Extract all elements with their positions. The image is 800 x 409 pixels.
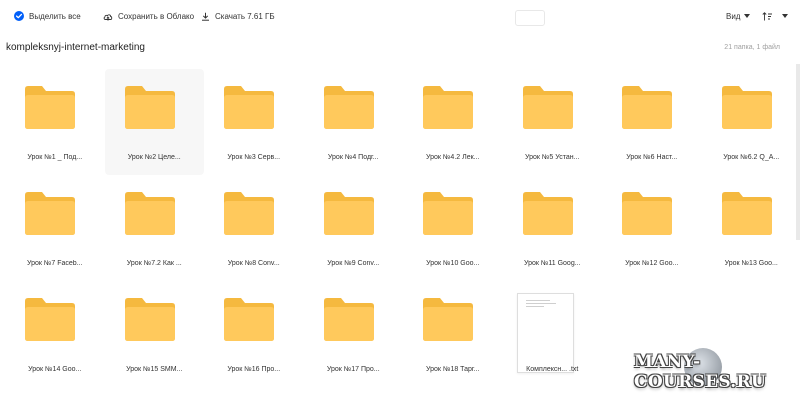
file-item[interactable]: Комплексн... .txt — [503, 281, 603, 387]
folder-title: kompleksnyj-internet-marketing — [6, 42, 145, 53]
toolbar: Выделить все Сохранить в Облако Скачать … — [0, 0, 800, 32]
folder-item[interactable]: Урок №13 Goo... — [702, 175, 800, 281]
folder-item[interactable]: Урок №1 _ Под... — [5, 69, 105, 175]
chevron-down-icon — [782, 14, 788, 18]
item-name: Урок №7 Faceb... — [26, 260, 83, 267]
download-icon — [202, 12, 209, 21]
folder-icon — [124, 298, 175, 341]
folder-item[interactable]: Урок №9 Conv... — [304, 175, 404, 281]
item-name: Урок №4 Подг... — [327, 154, 379, 161]
folder-item[interactable]: Урок №2 Целе... — [104, 69, 204, 175]
folder-icon — [25, 298, 75, 341]
item-name: Урок №12 Goo... — [625, 260, 679, 267]
download-button[interactable]: Скачать 7.61 ГБ — [201, 8, 275, 24]
item-name: Урок №18 Тарг... — [426, 366, 480, 373]
folder-item[interactable]: Урок №14 Goo... — [5, 281, 105, 387]
folder-item[interactable]: Урок №10 Goo... — [403, 175, 503, 281]
folder-icon — [323, 298, 374, 341]
folder-icon — [721, 192, 772, 235]
folder-icon — [124, 192, 175, 235]
item-name: Урок №7.2 Как ... — [126, 260, 182, 267]
folder-item[interactable]: Урок №4.2 Лек... — [403, 69, 503, 175]
folder-icon — [224, 192, 274, 235]
item-name: Комплексн... .txt — [526, 366, 579, 373]
save-to-cloud-button[interactable]: Сохранить в Облако — [103, 8, 194, 24]
folder-icon — [423, 192, 473, 235]
folder-item[interactable]: Урок №12 Goo... — [602, 175, 702, 281]
folder-icon — [522, 86, 573, 129]
folder-icon — [224, 298, 274, 341]
save-to-cloud-label: Сохранить в Облако — [118, 11, 195, 21]
item-name: Урок №4.2 Лек... — [426, 154, 480, 161]
folder-item[interactable]: Урок №11 Goog... — [503, 175, 603, 281]
item-name: Урок №1 _ Под... — [27, 154, 83, 161]
item-name: Урок №10 Goo... — [426, 260, 480, 267]
folder-header: kompleksnyj-internet-marketing 21 папка,… — [0, 40, 800, 56]
view-label: Вид — [726, 11, 741, 21]
text-line — [525, 300, 550, 301]
folder-item[interactable]: Урок №5 Устан... — [503, 69, 603, 175]
item-name: Урок №6 Наст... — [626, 154, 678, 161]
folder-icon — [423, 86, 473, 129]
select-all-label: Выделить все — [29, 11, 81, 21]
item-name: Урок №2 Целе... — [127, 154, 181, 161]
folder-icon — [25, 192, 75, 235]
watermark: MANY-COURSES.RU — [634, 348, 800, 392]
text-line — [525, 303, 556, 304]
text-line — [525, 306, 544, 307]
folder-icon — [25, 86, 75, 129]
folder-item[interactable]: Урок №3 Серв... — [204, 69, 304, 175]
folder-icon — [522, 192, 573, 235]
chevron-down-icon — [744, 14, 751, 18]
folder-item[interactable]: Урок №7 Faceb... — [5, 175, 105, 281]
item-name: Урок №13 Goo... — [724, 260, 778, 267]
folder-icon — [423, 298, 473, 341]
cloud-upload-icon — [103, 13, 113, 21]
folder-item[interactable]: Урок №17 Про... — [304, 281, 404, 387]
download-label: Скачать 7.61 ГБ — [215, 11, 275, 21]
overlay-ghost-button — [515, 10, 545, 26]
view-menu-button[interactable]: Вид — [726, 8, 751, 24]
folder-item[interactable]: Урок №6.2 Q_A... — [702, 69, 800, 175]
folder-icon — [622, 192, 672, 235]
watermark-text: MANY-COURSES.RU — [634, 352, 767, 392]
folder-item[interactable]: Урок №18 Тарг... — [403, 281, 503, 387]
item-name: Урок №5 Устан... — [525, 154, 580, 161]
folder-item[interactable]: Урок №8 Conv... — [204, 175, 304, 281]
file-grid: Урок №1 _ Под... Урок №2 Целе... Урок №3 С… — [5, 69, 796, 387]
item-name: Урок №6.2 Q_A... — [723, 154, 780, 161]
folder-icon — [124, 86, 175, 129]
folder-item[interactable]: Урок №7.2 Как ... — [105, 175, 205, 281]
folder-item[interactable]: Урок №6 Наст... — [602, 69, 702, 175]
select-all-button[interactable]: Выделить все — [14, 8, 81, 24]
folder-icon — [721, 86, 772, 129]
sort-menu-button[interactable] — [762, 8, 788, 24]
folder-item[interactable]: Урок №4 Подг... — [304, 69, 404, 175]
item-name: Урок №11 Goog... — [523, 260, 581, 267]
folder-icon — [323, 192, 374, 235]
item-name: Урок №9 Conv... — [327, 260, 380, 267]
text-file-thumbnail — [516, 293, 574, 373]
item-name: Урок №15 SMM... — [126, 366, 183, 373]
folder-item[interactable]: Урок №16 Про... — [204, 281, 304, 387]
sort-icon — [762, 11, 772, 20]
folder-icon — [622, 86, 672, 129]
item-name: Урок №16 Про... — [227, 366, 281, 373]
folder-icon — [323, 86, 374, 129]
item-name: Урок №14 Goo... — [28, 366, 82, 373]
item-name: Урок №3 Серв... — [227, 154, 281, 161]
folder-icon — [224, 86, 274, 129]
item-name: Урок №17 Про... — [326, 366, 380, 373]
folder-item[interactable]: Урок №15 SMM... — [105, 281, 205, 387]
item-name: Урок №8 Conv... — [227, 260, 280, 267]
item-count: 21 папка, 1 файл — [724, 44, 780, 51]
check-circle-icon — [14, 11, 24, 21]
